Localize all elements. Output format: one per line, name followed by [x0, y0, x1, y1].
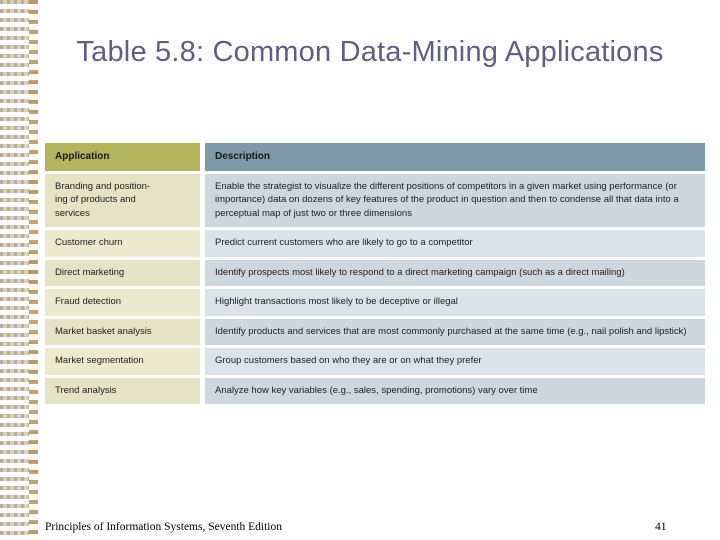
data-mining-applications-table: Application Description Branding and pos… [45, 143, 705, 404]
cell-application: Direct marketing [45, 259, 200, 286]
edge-accent-stripe [29, 0, 38, 540]
cell-application: Branding and position- ing of products a… [45, 173, 200, 227]
table-header-row: Application Description [45, 143, 705, 171]
cell-description: Enable the strategist to visualize the d… [205, 173, 705, 227]
page-title: Table 5.8: Common Data-Mining Applicatio… [76, 36, 664, 68]
cell-description: Group customers based on who they are or… [205, 348, 705, 375]
table-row: Trend analysis Analyze how key variables … [45, 377, 705, 404]
cell-application: Fraud detection [45, 289, 200, 316]
cell-description: Identify products and services that are … [205, 318, 705, 345]
cell-description: Predict current customers who are likely… [205, 230, 705, 257]
table-row: Fraud detection Highlight transactions mo… [45, 289, 705, 316]
cell-application: Trend analysis [45, 377, 200, 404]
left-edge-decoration [0, 0, 38, 540]
table-row: Branding and position- ing of products a… [45, 173, 705, 227]
footer-page-number: 41 [655, 521, 667, 533]
table-row: Market segmentation Group customers based… [45, 348, 705, 375]
cell-application: Market basket analysis [45, 318, 200, 345]
column-header-application: Application [45, 143, 200, 171]
cell-application: Customer churn [45, 230, 200, 257]
cell-description: Analyze how key variables (e.g., sales, … [205, 377, 705, 404]
cell-description: Highlight transactions most likely to be… [205, 289, 705, 316]
footer-source-text: Principles of Information Systems, Seven… [45, 521, 283, 533]
cell-description: Identify prospects most likely to respon… [205, 259, 705, 286]
table-row: Customer churn Predict current customers … [45, 230, 705, 257]
column-header-description: Description [205, 143, 705, 171]
table-row: Market basket analysis Identify products … [45, 318, 705, 345]
edge-checker-squares [0, 0, 30, 540]
table-body: Branding and position- ing of products a… [45, 170, 705, 404]
table-header: Application Description [45, 143, 705, 171]
cell-application: Market segmentation [45, 348, 200, 375]
table-row: Direct marketing Identify prospects most … [45, 259, 705, 286]
